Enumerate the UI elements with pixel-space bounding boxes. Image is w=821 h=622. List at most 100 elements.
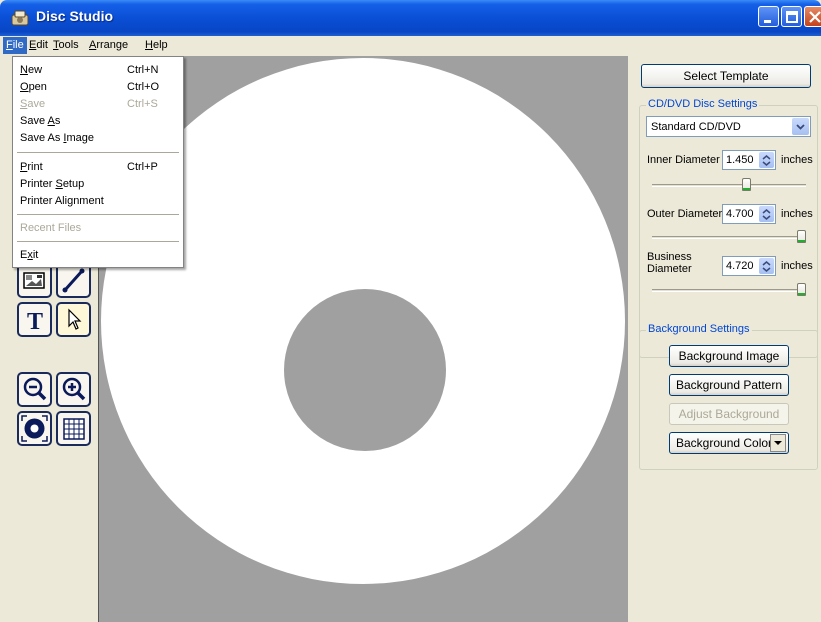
file-menu-printer-setup[interactable]: Printer Setup [13, 176, 183, 193]
title-bar: Disc Studio [0, 0, 821, 36]
line-tool[interactable] [56, 263, 91, 298]
menu-accel: H [145, 39, 153, 51]
file-menu-save-as-image[interactable]: Save As Image [13, 130, 183, 147]
image-tool[interactable] [17, 263, 52, 298]
business-diameter-spinner[interactable] [759, 258, 774, 274]
inner-diameter-label: Inner Diameter [647, 154, 720, 166]
text-tool[interactable]: T [17, 302, 52, 337]
business-diameter-unit: inches [781, 260, 813, 272]
menu-bar: File Edit Tools Arrange Help [0, 36, 821, 56]
shortcut-label: Ctrl+S [127, 98, 158, 110]
disc-studio-app-icon[interactable] [10, 8, 30, 28]
item-text: Recent Files [20, 222, 82, 234]
outer-diameter-label: Outer Diameter [647, 208, 723, 220]
file-menu-printer-alignment[interactable]: Printer Alignment [13, 193, 183, 210]
item-accel: A [47, 115, 55, 127]
menu-separator [17, 241, 179, 242]
business-diameter-label-line2: Diameter [647, 263, 692, 275]
zoom-out-icon [23, 377, 47, 401]
adjust-background-button[interactable]: Adjust Background [669, 403, 789, 425]
item-text: it [32, 249, 39, 261]
menu-label: ools [58, 39, 79, 51]
business-diameter-slider-track[interactable] [652, 289, 806, 292]
outer-diameter-unit: inches [781, 208, 813, 220]
item-accel: S [55, 178, 63, 190]
business-diameter-input[interactable]: 4.720 [722, 256, 776, 276]
background-color-dropdown[interactable]: Background Color [669, 432, 789, 454]
item-text: Save As [20, 132, 64, 144]
spin-arrows-icon [762, 155, 771, 166]
disc-view-tool[interactable] [17, 411, 52, 446]
item-text: Save [20, 115, 48, 127]
menu-help[interactable]: Help [145, 39, 168, 51]
disc-type-select[interactable]: Standard CD/DVD [646, 116, 811, 137]
maximize-icon [786, 11, 798, 23]
menu-file[interactable]: File [3, 37, 27, 54]
zoom-out-tool[interactable] [17, 372, 52, 407]
menu-label: ile [12, 39, 24, 51]
item-text: s [54, 115, 61, 127]
menu-tools[interactable]: Tools [53, 39, 79, 51]
inner-diameter-value: 1.450 [726, 154, 754, 166]
close-icon [809, 11, 821, 23]
line-icon [62, 268, 85, 293]
chevron-down-icon[interactable] [792, 118, 809, 135]
background-image-button[interactable]: Background Image [669, 345, 789, 367]
file-menu-save-as[interactable]: Save As [13, 113, 183, 130]
grid-icon [63, 418, 85, 440]
menu-arrange[interactable]: Arrange [89, 39, 128, 51]
select-template-button[interactable]: Select Template [641, 64, 811, 88]
minimize-button[interactable] [758, 6, 779, 27]
zoom-in-tool[interactable] [56, 372, 91, 407]
shortcut-label: Ctrl+P [127, 161, 158, 173]
outer-diameter-slider-track[interactable] [652, 236, 806, 239]
image-icon [23, 272, 45, 289]
inner-diameter-slider-thumb[interactable] [741, 178, 751, 191]
disc-settings-title: CD/DVD Disc Settings [646, 98, 760, 110]
item-text: Printer [20, 178, 56, 190]
disc-icon [21, 415, 48, 442]
close-button[interactable] [804, 6, 821, 27]
grid-tool[interactable] [56, 411, 91, 446]
item-accel: N [20, 64, 28, 76]
item-text: mage [66, 132, 95, 144]
inner-diameter-spinner[interactable] [759, 152, 774, 168]
menu-edit[interactable]: Edit [29, 39, 48, 51]
file-menu-dropdown: New Ctrl+N Open Ctrl+O Save Ctrl+S Save … [12, 56, 184, 268]
file-menu-exit[interactable]: Exit [13, 247, 183, 264]
disc-type-value: Standard CD/DVD [651, 121, 741, 133]
business-diameter-label-line1: Business [647, 251, 692, 263]
outer-diameter-spinner[interactable] [759, 206, 774, 222]
shortcut-label: Ctrl+O [127, 81, 160, 93]
outer-diameter-input[interactable]: 4.700 [722, 204, 776, 224]
minimize-icon [764, 20, 771, 23]
menu-label: dit [36, 39, 48, 51]
inner-diameter-slider-track[interactable] [652, 184, 806, 187]
file-menu-recent-files[interactable]: Recent Files [13, 220, 183, 237]
inner-diameter-unit: inches [781, 154, 813, 166]
disc-center-hole [284, 289, 446, 451]
svg-text:T: T [27, 309, 43, 335]
business-diameter-value: 4.720 [726, 260, 754, 272]
shortcut-label: Ctrl+N [127, 64, 159, 76]
outer-diameter-slider-thumb[interactable] [797, 230, 806, 243]
business-diameter-slider-thumb[interactable] [797, 283, 806, 296]
item-text: ew [27, 64, 43, 76]
maximize-button[interactable] [781, 6, 802, 27]
select-tool[interactable] [56, 302, 91, 337]
zoom-in-icon [62, 377, 86, 401]
window-title: Disc Studio [36, 8, 114, 24]
file-menu-open[interactable]: Open Ctrl+O [13, 79, 183, 96]
dropdown-arrow-icon [770, 434, 786, 452]
spin-arrows-icon [762, 261, 771, 272]
disc-settings-group: CD/DVD Disc Settings [639, 98, 818, 358]
file-menu-print[interactable]: Print Ctrl+P [13, 159, 183, 176]
menu-accel: F [6, 39, 13, 51]
item-text: pen [28, 81, 47, 93]
menu-label: elp [152, 39, 168, 51]
file-menu-new[interactable]: New Ctrl+N [13, 62, 183, 79]
settings-panel: Select Template CD/DVD Disc Settings Sta… [628, 56, 821, 622]
inner-diameter-input[interactable]: 1.450 [722, 150, 776, 170]
background-pattern-button[interactable]: Background Pattern [669, 374, 789, 396]
file-menu-save[interactable]: Save Ctrl+S [13, 96, 183, 113]
